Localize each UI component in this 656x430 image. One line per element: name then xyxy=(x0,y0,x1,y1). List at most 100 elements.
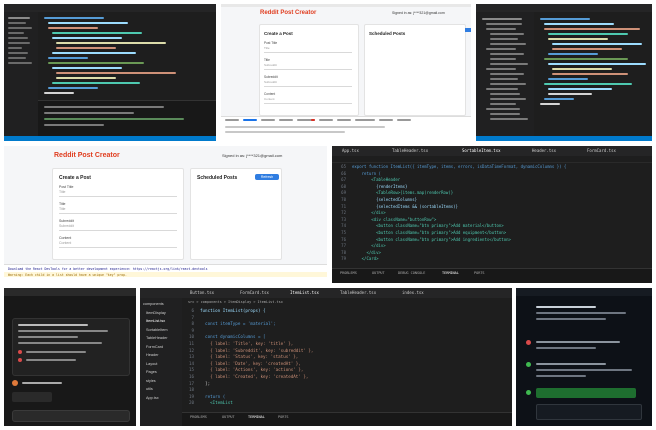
devtools-tab xyxy=(337,119,351,121)
line-text: const itemType = 'material'; xyxy=(200,321,276,327)
terminal-line xyxy=(44,118,184,120)
subreddit-input[interactable]: Subreddit xyxy=(264,80,352,87)
devtools-error xyxy=(311,119,315,121)
editor-tab[interactable]: ItemList.tsx xyxy=(290,290,319,295)
code-line: 17 ]; xyxy=(182,381,210,388)
panel-tab[interactable]: PORTS xyxy=(474,271,485,275)
code-line xyxy=(8,17,30,19)
line-text: return ( xyxy=(352,170,381,176)
line-number: 9 xyxy=(191,327,194,333)
explorer-line xyxy=(490,63,528,65)
explorer-item[interactable]: TableHeader xyxy=(146,336,168,340)
line-text: </div> xyxy=(352,210,386,216)
code-line xyxy=(48,27,98,29)
merge-box xyxy=(536,388,636,398)
panel-tab[interactable]: OUTPUT xyxy=(222,415,235,419)
explorer-item[interactable]: Pages xyxy=(146,370,157,374)
code-line xyxy=(56,72,176,74)
line-text: <div className="buttonRow"> xyxy=(352,216,437,222)
editor-tab[interactable]: TableHeader.tsx xyxy=(340,290,376,295)
explorer-item[interactable]: utils xyxy=(146,387,153,391)
content-input[interactable]: Content xyxy=(264,97,352,104)
explorer-item[interactable]: components xyxy=(143,302,164,306)
panel-tab[interactable]: OUTPUT xyxy=(372,271,385,275)
editor-tabbar xyxy=(476,4,652,12)
line-number: 19 xyxy=(188,393,194,399)
scheduled-posts-title: Scheduled Posts xyxy=(197,175,238,181)
line-number: 65 xyxy=(341,164,346,169)
code-line xyxy=(552,68,612,70)
line-text: <button className="btn primary">Add ingr… xyxy=(352,236,511,242)
explorer-line xyxy=(490,98,526,100)
explorer-item[interactable]: Layout xyxy=(146,362,157,366)
post-title-input[interactable]: Title xyxy=(264,46,352,53)
panel-tab[interactable]: PROBLEMS xyxy=(190,415,207,419)
scheduled-posts-title: Scheduled Posts xyxy=(369,31,406,36)
explorer-line xyxy=(490,33,524,35)
create-post-title: Create a Post xyxy=(264,31,293,36)
subreddit-input[interactable]: Subreddit xyxy=(59,224,177,231)
explorer-item[interactable]: FormCard xyxy=(146,345,163,349)
chat-line xyxy=(26,359,76,361)
code-line: 70 {selectedColumns} xyxy=(332,197,417,204)
editor-tab[interactable]: Header.tsx xyxy=(532,148,556,153)
post-title-input[interactable]: Title xyxy=(59,190,177,197)
code-line: 76 <button className="btn primary">Add i… xyxy=(332,237,511,244)
chat-input[interactable] xyxy=(12,410,130,422)
editor-tab[interactable]: index.tsx xyxy=(402,290,424,295)
editor-tab[interactable]: FormCard.tsx xyxy=(240,290,269,295)
panel-tab[interactable]: PROBLEMS xyxy=(340,271,357,275)
devtools-tab xyxy=(279,119,293,121)
page-line xyxy=(536,369,632,371)
panel-tab[interactable]: TERMINAL xyxy=(442,271,459,275)
code-line: 7 xyxy=(182,315,200,322)
content-input[interactable]: Content xyxy=(59,241,177,248)
code-line xyxy=(544,23,614,25)
chat-bubble xyxy=(12,392,52,402)
chat-tile-bottom-left xyxy=(4,288,136,426)
line-number: 68 xyxy=(341,183,346,189)
editor-tab[interactable]: App.tsx xyxy=(342,148,359,153)
scheduled-posts-card: Scheduled Posts Refresh xyxy=(190,168,282,260)
editor-tab[interactable]: TableHeader.tsx xyxy=(392,148,428,153)
code-line xyxy=(52,32,142,34)
field-label: Post Title xyxy=(264,41,278,45)
line-number: 15 xyxy=(188,367,194,373)
console-warning-bar xyxy=(4,272,327,277)
explorer-item[interactable]: styles xyxy=(146,379,156,383)
editor-tab[interactable]: FormCard.tsx xyxy=(587,148,616,153)
comment-box[interactable] xyxy=(536,404,642,420)
title-input[interactable]: Subreddit xyxy=(264,63,352,70)
code-line: 77 </div> xyxy=(332,243,386,250)
explorer-item[interactable]: ItemDisplay xyxy=(146,311,166,315)
chat-line xyxy=(18,330,108,332)
editor-tile-mid-right: App.tsx TableHeader.tsx SortableItem.tsx… xyxy=(332,146,652,283)
scheduled-posts-card: Scheduled Posts xyxy=(364,24,466,116)
devtools-tab xyxy=(261,119,275,121)
editor-tab[interactable]: SortableItem.tsx xyxy=(462,148,501,153)
explorer-item[interactable]: ItemList.tsx xyxy=(146,319,165,323)
title-input[interactable]: Title xyxy=(59,207,177,214)
line-text: <TableHeader xyxy=(352,177,401,183)
refresh-button[interactable]: Refresh xyxy=(255,174,279,180)
panel-tab[interactable]: TERMINAL xyxy=(248,415,265,419)
panel-tab[interactable]: DEBUG CONSOLE xyxy=(398,271,425,275)
explorer-item[interactable]: App.tsx xyxy=(146,396,159,400)
breadcrumb-bar xyxy=(332,156,652,163)
status-bar xyxy=(4,136,216,141)
devtools-line xyxy=(225,131,345,133)
editor-tile-top-right xyxy=(476,4,652,141)
panel-tab[interactable]: PORTS xyxy=(278,415,289,419)
editor-tab[interactable]: Button.tsx xyxy=(190,290,214,295)
code-line xyxy=(48,87,98,89)
field-label: Content xyxy=(59,236,72,240)
explorer-item[interactable]: Header xyxy=(146,353,158,357)
breadcrumb: src > components > ItemDisplay > ItemLis… xyxy=(188,300,283,304)
line-number: 13 xyxy=(188,354,194,360)
explorer-item[interactable]: SortableItem xyxy=(146,328,168,332)
line-number: 17 xyxy=(188,380,194,386)
code-line xyxy=(48,62,144,64)
page-line xyxy=(536,375,586,377)
code-line: 13 { label: 'Status', key: 'status' }, xyxy=(182,354,298,361)
code-line: 73 <div className="buttonRow"> xyxy=(332,217,436,224)
